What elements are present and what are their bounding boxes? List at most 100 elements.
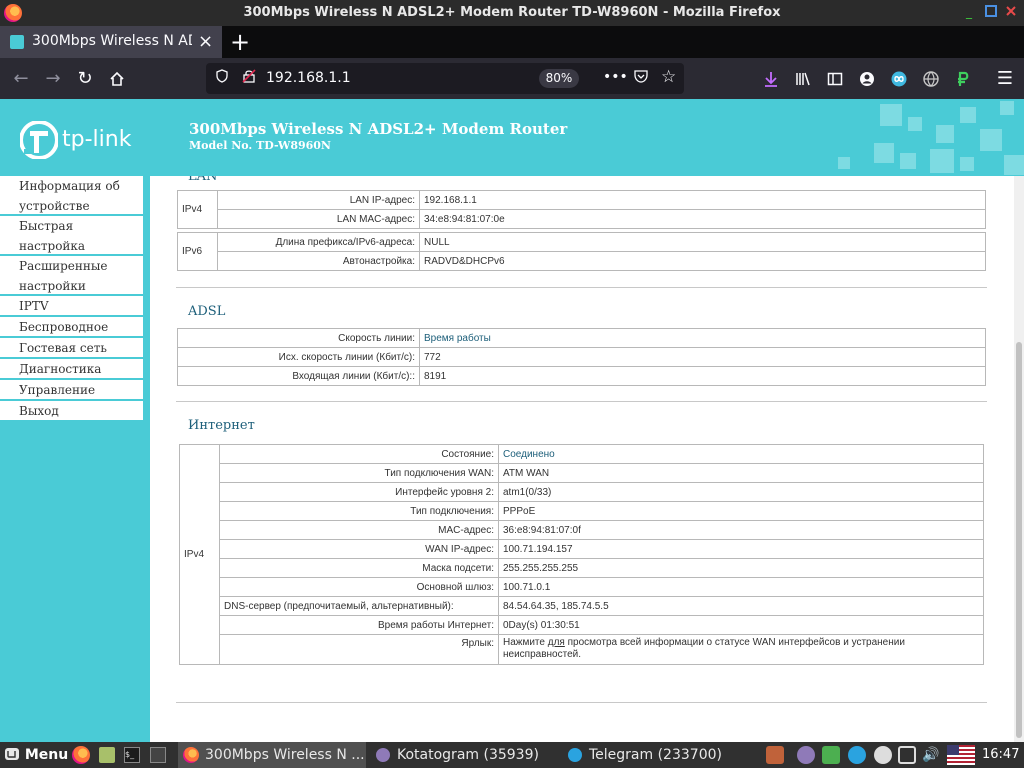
hamburger-menu-icon[interactable]: ☰ <box>992 66 1018 92</box>
sidebar-item-wireless[interactable]: Беспроводное <box>0 317 143 336</box>
tab-title: 300Mbps Wireless N ADSL2+ Modem Router T… <box>32 33 192 49</box>
gateway-value: 100.71.0.1 <box>498 577 984 597</box>
back-icon[interactable]: ← <box>8 66 34 92</box>
wan-status-value: Соединено <box>498 444 984 464</box>
deco-square <box>960 157 974 171</box>
subnet-mask-label: Маска подсети: <box>219 558 499 578</box>
logo-text: tp-link <box>62 127 132 152</box>
sidebar-item-advanced[interactable]: Расширенные настройки <box>0 256 143 294</box>
page-actions-icon[interactable]: ••• <box>603 69 628 85</box>
internet-ipv4-group-label: IPv4 <box>179 444 220 665</box>
adsl-line-rate-value: Время работы <box>419 328 986 348</box>
nav-toolbar: ← → ↻ 192.168.1.1 80% ••• ☆ ☰ <box>0 58 1024 99</box>
adsl-upstream-label: Исх. скорость линии (Кбит/с): <box>177 347 420 367</box>
downloads-icon[interactable] <box>758 66 784 92</box>
insecure-lock-icon[interactable] <box>242 69 256 87</box>
sidebar-item-iptv[interactable]: IPTV <box>0 296 143 315</box>
firefox-launcher-icon[interactable] <box>72 746 90 764</box>
connection-type-value: PPPoE <box>498 501 984 521</box>
lan-ipv6-group-label: IPv6 <box>177 232 218 271</box>
window-title: 300Mbps Wireless N ADSL2+ Modem Router T… <box>243 5 781 20</box>
deco-square <box>874 143 894 163</box>
deco-square <box>880 104 902 126</box>
sidebar-item-management[interactable]: Управление <box>0 380 143 399</box>
shortcut-text: Нажмите для просмотра всей информации о … <box>498 634 984 665</box>
start-menu-button[interactable]: Menu <box>4 746 68 763</box>
tray-telegram-icon[interactable] <box>848 746 866 764</box>
files-launcher-icon[interactable] <box>99 747 115 763</box>
sidebar-toggle-icon[interactable] <box>822 66 848 92</box>
wan-status-label: Состояние: <box>219 444 499 464</box>
bookmark-star-icon[interactable]: ☆ <box>661 67 676 87</box>
terminal-launcher-icon[interactable]: $_ <box>124 747 140 763</box>
extension-infinity-icon[interactable] <box>886 66 912 92</box>
page-scrollbar[interactable] <box>1014 176 1024 742</box>
lan-ipv4-group-label: IPv4 <box>177 190 218 229</box>
sidebar-item-quick-setup[interactable]: Быстрая настройка <box>0 216 143 254</box>
deco-square <box>1004 155 1024 175</box>
new-tab-icon[interactable]: + <box>230 28 250 56</box>
browser-tab[interactable]: 300Mbps Wireless N ADSL2+ Modem Router T… <box>0 26 222 58</box>
window-titlebar: 300Mbps Wireless N ADSL2+ Modem Router T… <box>0 0 1024 26</box>
uptime-label: Время работы Интернет: <box>219 615 499 635</box>
lan-section-title: LAN <box>188 176 218 184</box>
tray-shield-icon[interactable] <box>822 746 840 764</box>
forward-icon[interactable]: → <box>40 66 66 92</box>
sidebar-item-diagnostics[interactable]: Диагностика <box>0 359 143 378</box>
deco-square <box>960 107 976 123</box>
home-icon[interactable] <box>104 66 130 92</box>
lan-ipv6-prefix-label: Длина префикса/IPv6-адреса: <box>217 232 420 252</box>
wan-mac-label: MAC-адрес: <box>219 520 499 540</box>
product-title: 300Mbps Wireless N ADSL2+ Modem Router <box>189 120 568 138</box>
account-icon[interactable] <box>854 66 880 92</box>
lan-ipv6-prefix-value: NULL <box>419 232 986 252</box>
sidebar-item-device-info[interactable]: Информация об устройстве <box>0 176 143 214</box>
minimize-icon[interactable]: _ <box>962 5 976 19</box>
model-number: Model No. TD-W8960N <box>189 139 331 152</box>
adsl-downstream-label: Входящая линии (Кбит/с):: <box>177 366 420 386</box>
wan-conn-type-value: ATM WAN <box>498 463 984 483</box>
tray-update-icon[interactable] <box>874 746 892 764</box>
tray-kotatogram-icon[interactable] <box>797 746 815 764</box>
section-divider <box>176 287 987 288</box>
tray-notifications-icon[interactable] <box>898 746 916 764</box>
taskbar-app-firefox[interactable]: 300Mbps Wireless N ... <box>178 742 366 768</box>
wan-ip-value: 100.71.194.157 <box>498 539 984 559</box>
sidebar-item-guest-network[interactable]: Гостевая сеть <box>0 338 143 357</box>
wan-ip-label: WAN IP-адрес: <box>219 539 499 559</box>
tray-firefox-icon[interactable] <box>766 746 784 764</box>
wan-conn-type-label: Тип подключения WAN: <box>219 463 499 483</box>
taskbar-app-telegram[interactable]: Telegram (233700) <box>564 742 754 768</box>
wan-details-link[interactable]: для <box>548 637 565 648</box>
dns-value: 84.54.64.35, 185.74.5.5 <box>498 596 984 616</box>
zoom-level[interactable]: 80% <box>539 69 579 88</box>
extension-p-icon[interactable] <box>950 66 976 92</box>
deco-square <box>980 129 1002 151</box>
os-taskbar: Menu $_ 300Mbps Wireless N ... Kotatogra… <box>0 742 1024 768</box>
scrollbar-thumb[interactable] <box>1016 342 1022 738</box>
start-menu-label: Menu <box>24 747 69 763</box>
taskbar-app-kotatogram[interactable]: Kotatogram (35939) <box>372 742 556 768</box>
reload-icon[interactable]: ↻ <box>72 66 98 92</box>
maximize-icon[interactable] <box>984 5 998 19</box>
connection-type-label: Тип подключения: <box>219 501 499 521</box>
volume-icon[interactable]: 🔊 <box>922 746 940 764</box>
video-launcher-icon[interactable] <box>150 747 166 763</box>
sidebar-item-logout[interactable]: Выход <box>0 401 143 420</box>
internet-section-title: Интернет <box>188 418 255 433</box>
shield-icon[interactable] <box>216 69 228 87</box>
tab-close-icon[interactable]: × <box>198 31 213 52</box>
deco-square <box>1000 101 1014 115</box>
internet-table: IPv4 Состояние: Соединено Тип подключени… <box>179 444 984 665</box>
clock: 16:47 <box>982 747 1020 762</box>
url-bar[interactable]: 192.168.1.1 80% ••• ☆ <box>206 63 684 94</box>
extension-globe-icon[interactable] <box>918 66 944 92</box>
close-icon[interactable] <box>1004 5 1018 19</box>
adsl-line-rate-label: Скорость линии: <box>177 328 420 348</box>
sidebar-menu: Информация об устройстве Быстрая настрой… <box>0 176 150 742</box>
tplink-logo-icon <box>20 121 58 159</box>
pocket-icon[interactable] <box>634 69 648 87</box>
uptime-value: 0Day(s) 01:30:51 <box>498 615 984 635</box>
library-icon[interactable] <box>790 66 816 92</box>
deco-square <box>838 157 850 169</box>
